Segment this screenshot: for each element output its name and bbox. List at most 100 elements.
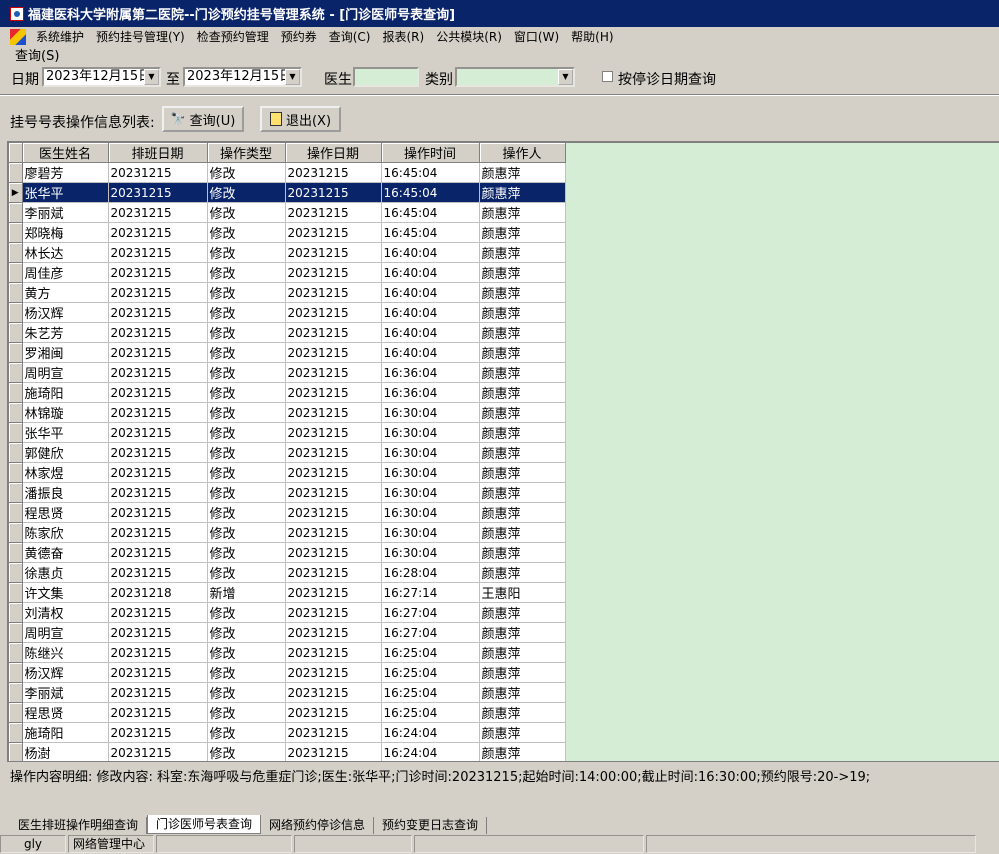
cell-op-time[interactable]: 16:45:04	[381, 162, 480, 183]
cell-operator[interactable]: 颜惠萍	[479, 222, 566, 243]
cell-op-time[interactable]: 16:30:04	[381, 402, 480, 423]
cell-op-date[interactable]: 20231215	[285, 502, 382, 523]
cell-op-time[interactable]: 16:25:04	[381, 682, 480, 703]
cell-op-type[interactable]: 修改	[207, 742, 286, 761]
exit-button[interactable]: 退出(X)	[260, 106, 341, 132]
cell-doctor-name[interactable]: 程思贤	[22, 702, 109, 723]
cell-op-date[interactable]: 20231215	[285, 322, 382, 343]
dropdown-arrow-icon[interactable]: ▼	[285, 69, 300, 85]
cell-schedule-date[interactable]: 20231215	[108, 222, 208, 243]
cell-op-date[interactable]: 20231215	[285, 682, 382, 703]
cell-doctor-name[interactable]: 陈继兴	[22, 642, 109, 663]
cell-schedule-date[interactable]: 20231215	[108, 302, 208, 323]
cell-op-time[interactable]: 16:27:04	[381, 602, 480, 623]
cell-schedule-date[interactable]: 20231215	[108, 542, 208, 563]
cell-operator[interactable]: 颜惠萍	[479, 322, 566, 343]
cell-operator[interactable]: 颜惠萍	[479, 682, 566, 703]
row-indicator[interactable]	[9, 562, 23, 583]
cell-op-date[interactable]: 20231215	[285, 722, 382, 743]
cell-op-date[interactable]: 20231215	[285, 702, 382, 723]
cell-op-type[interactable]: 修改	[207, 222, 286, 243]
tab-change-log[interactable]: 预约变更日志查询	[374, 817, 488, 834]
cell-op-type[interactable]: 修改	[207, 722, 286, 743]
cell-schedule-date[interactable]: 20231215	[108, 522, 208, 543]
cell-op-date[interactable]: 20231215	[285, 522, 382, 543]
cell-doctor-name[interactable]: 张华平	[22, 422, 109, 443]
cell-operator[interactable]: 颜惠萍	[479, 722, 566, 743]
col-schedule-date[interactable]: 排班日期	[108, 143, 208, 163]
menu-exam[interactable]: 检查预约管理	[191, 28, 275, 46]
cell-op-type[interactable]: 修改	[207, 502, 286, 523]
row-indicator[interactable]	[9, 262, 23, 283]
table-row[interactable]: 廖碧芳 20231215 修改 20231215 16:45:04 颜惠萍	[9, 162, 566, 183]
tab-online-stop[interactable]: 网络预约停诊信息	[261, 817, 375, 834]
col-doctor-name[interactable]: 医生姓名	[22, 143, 109, 163]
col-op-type[interactable]: 操作类型	[207, 143, 286, 163]
cell-op-date[interactable]: 20231215	[285, 202, 382, 223]
cell-op-date[interactable]: 20231215	[285, 282, 382, 303]
cell-op-type[interactable]: 修改	[207, 702, 286, 723]
table-row[interactable]: 林长达 20231215 修改 20231215 16:40:04 颜惠萍	[9, 242, 566, 263]
results-grid[interactable]: 医生姓名 排班日期 操作类型 操作日期 操作时间 操作人 廖碧芳 20231215…	[7, 141, 999, 761]
cell-op-type[interactable]: 修改	[207, 342, 286, 363]
menu-query[interactable]: 查询(C)	[323, 28, 377, 46]
cell-schedule-date[interactable]: 20231215	[108, 442, 208, 463]
cell-schedule-date[interactable]: 20231215	[108, 162, 208, 183]
cell-op-time[interactable]: 16:45:04	[381, 182, 480, 203]
cell-op-type[interactable]: 修改	[207, 482, 286, 503]
cell-operator[interactable]: 颜惠萍	[479, 282, 566, 303]
cell-op-date[interactable]: 20231215	[285, 182, 382, 203]
cell-op-time[interactable]: 16:40:04	[381, 242, 480, 263]
row-indicator[interactable]	[9, 602, 23, 623]
cell-op-date[interactable]: 20231215	[285, 482, 382, 503]
table-row[interactable]: 朱艺芳 20231215 修改 20231215 16:40:04 颜惠萍	[9, 322, 566, 343]
cell-schedule-date[interactable]: 20231215	[108, 562, 208, 583]
table-row[interactable]: 林家煜 20231215 修改 20231215 16:30:04 颜惠萍	[9, 462, 566, 483]
cell-operator[interactable]: 颜惠萍	[479, 182, 566, 203]
cell-operator[interactable]: 颜惠萍	[479, 242, 566, 263]
row-indicator[interactable]	[9, 422, 23, 443]
cell-schedule-date[interactable]: 20231215	[108, 742, 208, 761]
table-row[interactable]: 黄德奋 20231215 修改 20231215 16:30:04 颜惠萍	[9, 542, 566, 563]
cell-schedule-date[interactable]: 20231215	[108, 382, 208, 403]
cell-op-time[interactable]: 16:30:04	[381, 442, 480, 463]
table-row[interactable]: 徐惠贞 20231215 修改 20231215 16:28:04 颜惠萍	[9, 562, 566, 583]
cell-op-time[interactable]: 16:36:04	[381, 382, 480, 403]
cell-op-time[interactable]: 16:40:04	[381, 282, 480, 303]
cell-op-time[interactable]: 16:30:04	[381, 482, 480, 503]
cell-schedule-date[interactable]: 20231215	[108, 622, 208, 643]
row-indicator[interactable]	[9, 162, 23, 183]
cell-doctor-name[interactable]: 杨汉辉	[22, 302, 109, 323]
cell-doctor-name[interactable]: 徐惠贞	[22, 562, 109, 583]
cell-schedule-date[interactable]: 20231215	[108, 642, 208, 663]
cell-doctor-name[interactable]: 林长达	[22, 242, 109, 263]
cell-op-time[interactable]: 16:25:04	[381, 702, 480, 723]
cell-op-date[interactable]: 20231215	[285, 602, 382, 623]
cell-op-date[interactable]: 20231215	[285, 582, 382, 603]
table-row[interactable]: 陈继兴 20231215 修改 20231215 16:25:04 颜惠萍	[9, 642, 566, 663]
table-row[interactable]: 周明宣 20231215 修改 20231215 16:36:04 颜惠萍	[9, 362, 566, 383]
dropdown-arrow-icon[interactable]: ▼	[144, 69, 159, 85]
cell-doctor-name[interactable]: 刘清权	[22, 602, 109, 623]
date-to-picker[interactable]: 2023年12月15日 ▼	[183, 67, 302, 87]
cell-op-type[interactable]: 修改	[207, 382, 286, 403]
row-indicator[interactable]	[9, 682, 23, 703]
row-indicator[interactable]	[9, 382, 23, 403]
cell-doctor-name[interactable]: 程思贤	[22, 502, 109, 523]
row-indicator[interactable]	[9, 202, 23, 223]
cell-op-time[interactable]: 16:28:04	[381, 562, 480, 583]
col-op-date[interactable]: 操作日期	[285, 143, 382, 163]
cell-op-time[interactable]: 16:30:04	[381, 522, 480, 543]
cell-schedule-date[interactable]: 20231215	[108, 502, 208, 523]
cell-operator[interactable]: 颜惠萍	[479, 742, 566, 761]
table-row[interactable]: 杨汉辉 20231215 修改 20231215 16:25:04 颜惠萍	[9, 662, 566, 683]
cell-doctor-name[interactable]: 郑晓梅	[22, 222, 109, 243]
cell-schedule-date[interactable]: 20231215	[108, 182, 208, 203]
cell-doctor-name[interactable]: 周明宣	[22, 622, 109, 643]
cell-op-type[interactable]: 修改	[207, 682, 286, 703]
table-row[interactable]: 张华平 20231215 修改 20231215 16:30:04 颜惠萍	[9, 422, 566, 443]
menu-common[interactable]: 公共模块(R)	[430, 28, 508, 46]
cell-schedule-date[interactable]: 20231215	[108, 242, 208, 263]
cell-op-date[interactable]: 20231215	[285, 542, 382, 563]
doctor-input[interactable]	[353, 67, 419, 87]
